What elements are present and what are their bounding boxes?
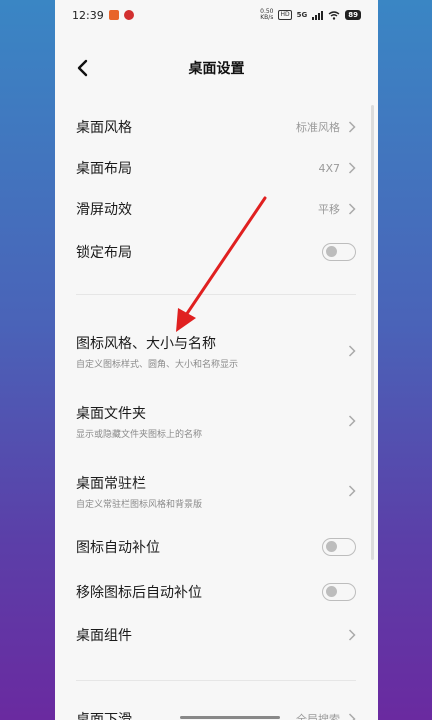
setting-label: 桌面常驻栏	[76, 475, 146, 492]
page-title: 桌面设置	[188, 61, 245, 77]
setting-label: 桌面文件夹	[76, 405, 146, 422]
hd-icon: HD	[278, 10, 292, 20]
chevron-right-icon	[348, 162, 356, 174]
section-divider	[76, 294, 356, 295]
chevron-right-icon	[348, 415, 356, 427]
chevron-right-icon	[348, 713, 356, 720]
app-notification-icon	[108, 10, 119, 20]
setting-desktop-layout[interactable]: 桌面布局 4X7	[55, 155, 378, 181]
toggle-knob	[326, 586, 337, 597]
header: 桌面设置	[55, 45, 378, 91]
section-divider	[76, 680, 356, 681]
setting-label: 移除图标后自动补位	[76, 585, 202, 601]
setting-desktop-style[interactable]: 桌面风格 标准风格	[55, 114, 378, 140]
setting-auto-fill: 图标自动补位	[55, 534, 378, 560]
chevron-right-icon	[348, 203, 356, 215]
auto-fill-toggle[interactable]	[322, 538, 356, 556]
setting-subtitle: 自定义常驻栏图标风格和背景版	[76, 499, 203, 510]
setting-label: 图标风格、大小与名称	[76, 335, 216, 352]
setting-lock-layout: 锁定布局	[55, 239, 378, 265]
net-speed: 0.50 KB/s	[260, 8, 274, 21]
setting-label: 桌面下滑	[76, 712, 132, 720]
setting-dock[interactable]: 桌面常驻栏 自定义常驻栏图标风格和背景版	[55, 470, 378, 512]
auto-fill-after-remove-toggle[interactable]	[322, 583, 356, 601]
toggle-knob	[326, 246, 337, 257]
setting-value: 平移	[318, 203, 340, 216]
setting-subtitle: 显示或隐藏文件夹图标上的名称	[76, 429, 203, 440]
chevron-right-icon	[348, 485, 356, 497]
setting-widgets[interactable]: 桌面组件	[55, 622, 378, 648]
setting-label: 图标自动补位	[76, 540, 160, 556]
signal-icon	[312, 10, 324, 20]
setting-value: 全局搜索	[296, 713, 340, 720]
setting-subtitle: 自定义图标样式、圆角、大小和名称显示	[76, 359, 239, 370]
setting-swipe-effect[interactable]: 滑屏动效 平移	[55, 196, 378, 222]
setting-value: 标准风格	[296, 121, 340, 134]
scrollbar[interactable]	[371, 105, 374, 560]
setting-label: 锁定布局	[76, 245, 132, 261]
chevron-right-icon	[348, 629, 356, 641]
status-bar: 12:39 0.50 KB/s HD 5G 89	[55, 0, 378, 30]
back-arrow-icon[interactable]	[73, 58, 93, 78]
status-time: 12:39	[72, 8, 104, 22]
setting-auto-fill-after-remove: 移除图标后自动补位	[55, 579, 378, 605]
lock-layout-toggle[interactable]	[322, 243, 356, 261]
app-notification-icon-2	[123, 10, 134, 20]
setting-value: 4X7	[318, 161, 340, 175]
network-type: 5G	[296, 11, 308, 19]
chevron-right-icon	[348, 345, 356, 357]
phone-screen: 12:39 0.50 KB/s HD 5G 89 桌面设置 桌面风格 标准风格 …	[55, 0, 378, 720]
wifi-icon	[328, 10, 340, 20]
toggle-knob	[326, 541, 337, 552]
home-indicator[interactable]	[180, 716, 280, 719]
setting-label: 桌面组件	[76, 628, 132, 644]
setting-label: 滑屏动效	[76, 202, 132, 218]
setting-label: 桌面风格	[76, 120, 132, 136]
chevron-right-icon	[348, 121, 356, 133]
setting-icon-style[interactable]: 图标风格、大小与名称 自定义图标样式、圆角、大小和名称显示	[55, 330, 378, 372]
setting-desktop-folder[interactable]: 桌面文件夹 显示或隐藏文件夹图标上的名称	[55, 400, 378, 442]
battery-icon: 89	[345, 10, 361, 20]
setting-label: 桌面布局	[76, 161, 132, 177]
